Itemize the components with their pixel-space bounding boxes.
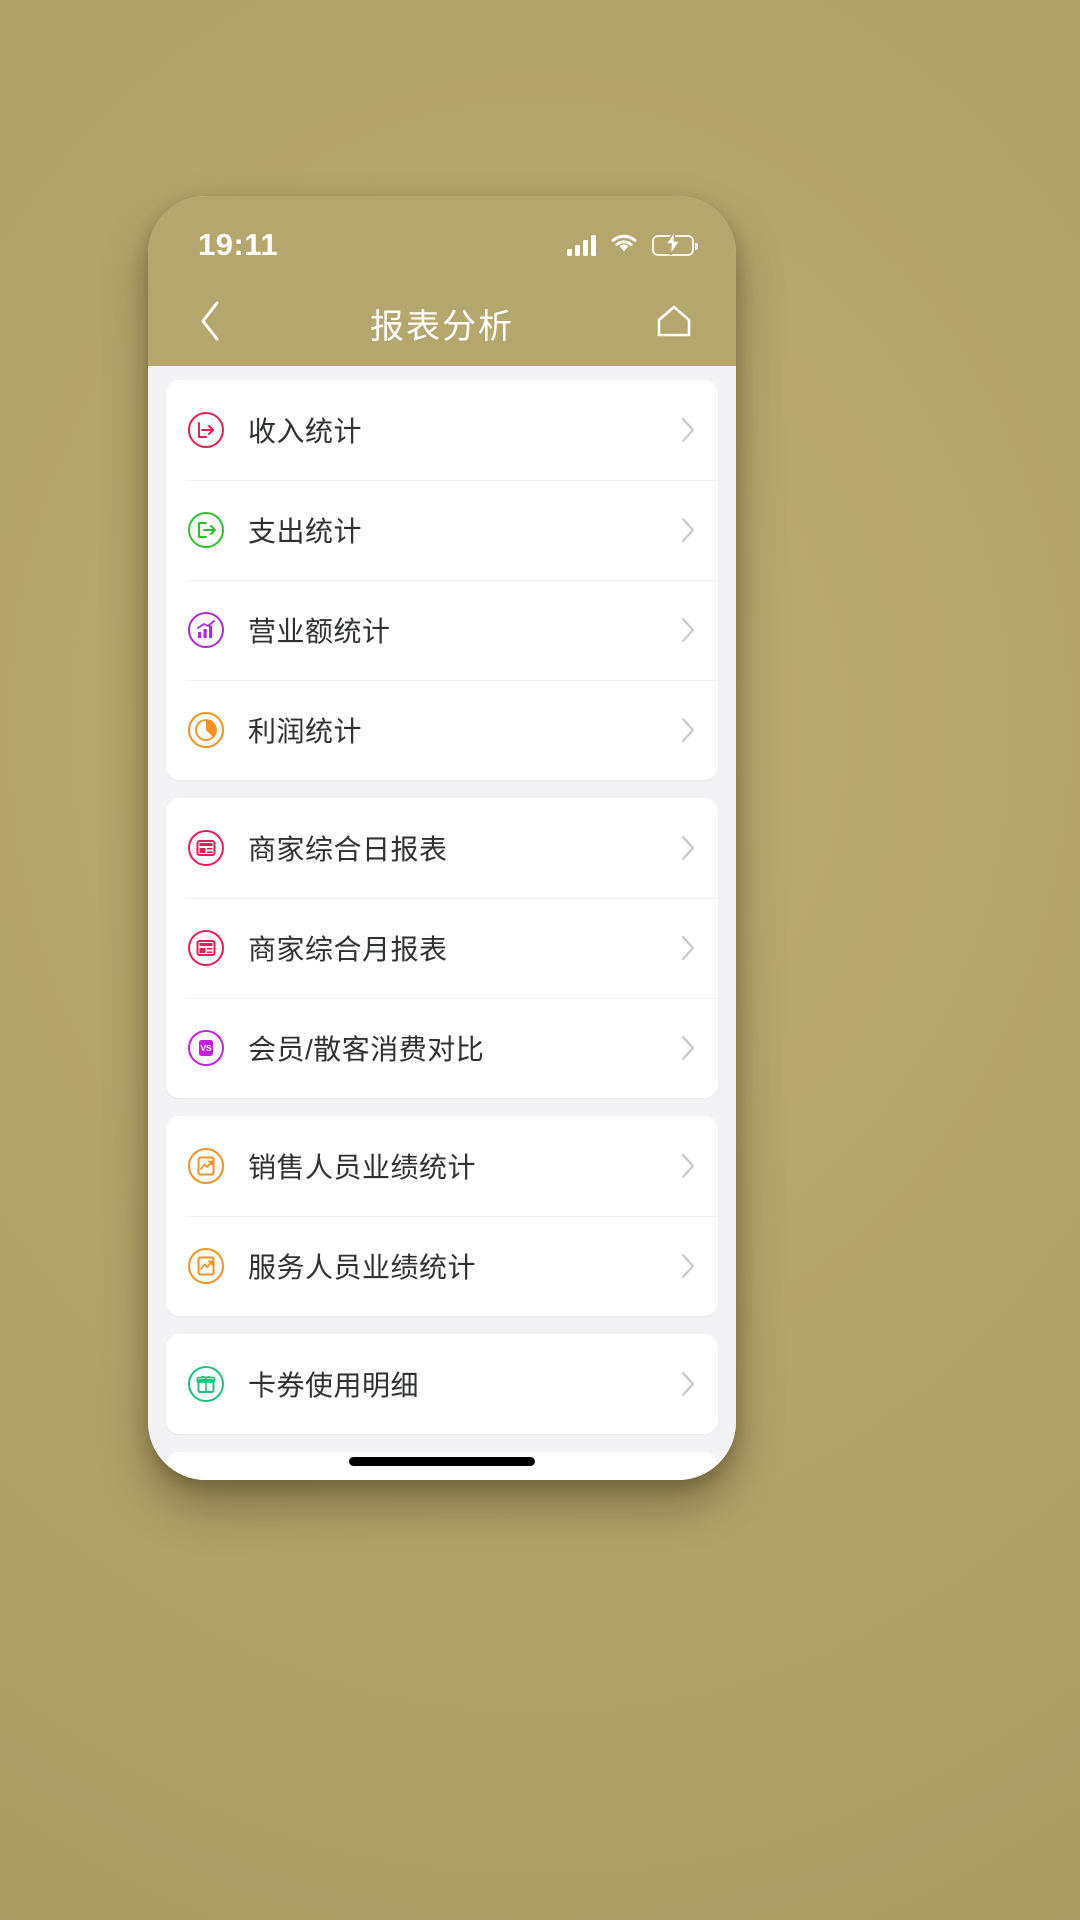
list-item[interactable]: 支出统计 — [166, 480, 718, 580]
chevron-right-icon — [680, 716, 696, 744]
expense-arrow-out-icon — [186, 510, 226, 550]
service-performance-icon — [186, 1246, 226, 1286]
list-item[interactable]: 商家综合月报表 — [166, 898, 718, 998]
phone-frame: 19:11 报表分析 收入统计 支出统计 营业额统计 利润统计 商家综合日报表 … — [148, 196, 736, 1480]
chevron-right-icon — [680, 934, 696, 962]
list-item-label: 营业额统计 — [248, 616, 391, 647]
finance-group: 收入统计 支出统计 营业额统计 利润统计 — [166, 380, 718, 780]
chevron-right-icon — [680, 1034, 696, 1062]
chevron-right-icon — [680, 1252, 696, 1280]
battery-charging-icon — [652, 228, 698, 258]
list-item-label: 服务人员业绩统计 — [248, 1252, 477, 1283]
list-item[interactable]: VS 会员/散客消费对比 — [166, 998, 718, 1098]
signal-bars-icon — [567, 234, 596, 256]
list-item-label: 收入统计 — [248, 416, 363, 447]
back-button[interactable] — [178, 291, 242, 355]
list-item-label: 支出统计 — [248, 516, 363, 547]
list-item[interactable]: 营业额统计 — [166, 580, 718, 680]
list-item-label: 商家综合日报表 — [248, 834, 448, 865]
merchant-report-group: 商家综合日报表 商家综合月报表 VS 会员/散客消费对比 — [166, 798, 718, 1098]
chevron-right-icon — [680, 416, 696, 444]
monthly-report-icon — [186, 928, 226, 968]
list-item-label: 商家综合月报表 — [248, 934, 448, 965]
list-item[interactable]: 销售人员业绩统计 — [166, 1116, 718, 1216]
svg-text:VS: VS — [200, 1043, 212, 1053]
pie-chart-icon — [186, 710, 226, 750]
chevron-right-icon — [680, 516, 696, 544]
sales-performance-icon — [186, 1146, 226, 1186]
income-arrow-in-icon — [186, 410, 226, 450]
home-icon — [654, 302, 694, 345]
report-list[interactable]: 收入统计 支出统计 营业额统计 利润统计 商家综合日报表 商家综合月报表 VS … — [148, 366, 736, 1480]
chevron-left-icon — [198, 300, 222, 347]
staff-performance-group: 销售人员业绩统计 服务人员业绩统计 — [166, 1116, 718, 1316]
status-bar: 19:11 — [148, 196, 736, 280]
versus-compare-icon: VS — [186, 1028, 226, 1068]
coupon-group: 卡券使用明细 — [166, 1334, 718, 1434]
list-item[interactable]: 收入统计 — [166, 380, 718, 480]
nav-bar: 报表分析 — [148, 280, 736, 366]
chevron-right-icon — [680, 1370, 696, 1398]
home-button[interactable] — [642, 291, 706, 355]
list-item[interactable]: 服务人员业绩统计 — [166, 1216, 718, 1316]
status-icon-group — [567, 228, 698, 258]
chevron-right-icon — [680, 1152, 696, 1180]
status-clock: 19:11 — [198, 227, 279, 262]
chevron-right-icon — [680, 834, 696, 862]
list-item[interactable]: 利润统计 — [166, 680, 718, 780]
list-item-label: 卡券使用明细 — [248, 1370, 420, 1401]
list-item-label: 利润统计 — [248, 716, 363, 747]
list-item[interactable]: 商家综合日报表 — [166, 798, 718, 898]
wifi-icon — [610, 232, 638, 258]
bar-chart-icon — [186, 610, 226, 650]
chevron-right-icon — [680, 616, 696, 644]
gift-coupon-icon — [186, 1364, 226, 1404]
home-indicator[interactable] — [349, 1457, 535, 1466]
list-item[interactable]: 卡券使用明细 — [166, 1334, 718, 1434]
daily-report-icon — [186, 828, 226, 868]
list-item-label: 会员/散客消费对比 — [248, 1034, 485, 1065]
list-item-label: 销售人员业绩统计 — [248, 1152, 477, 1183]
